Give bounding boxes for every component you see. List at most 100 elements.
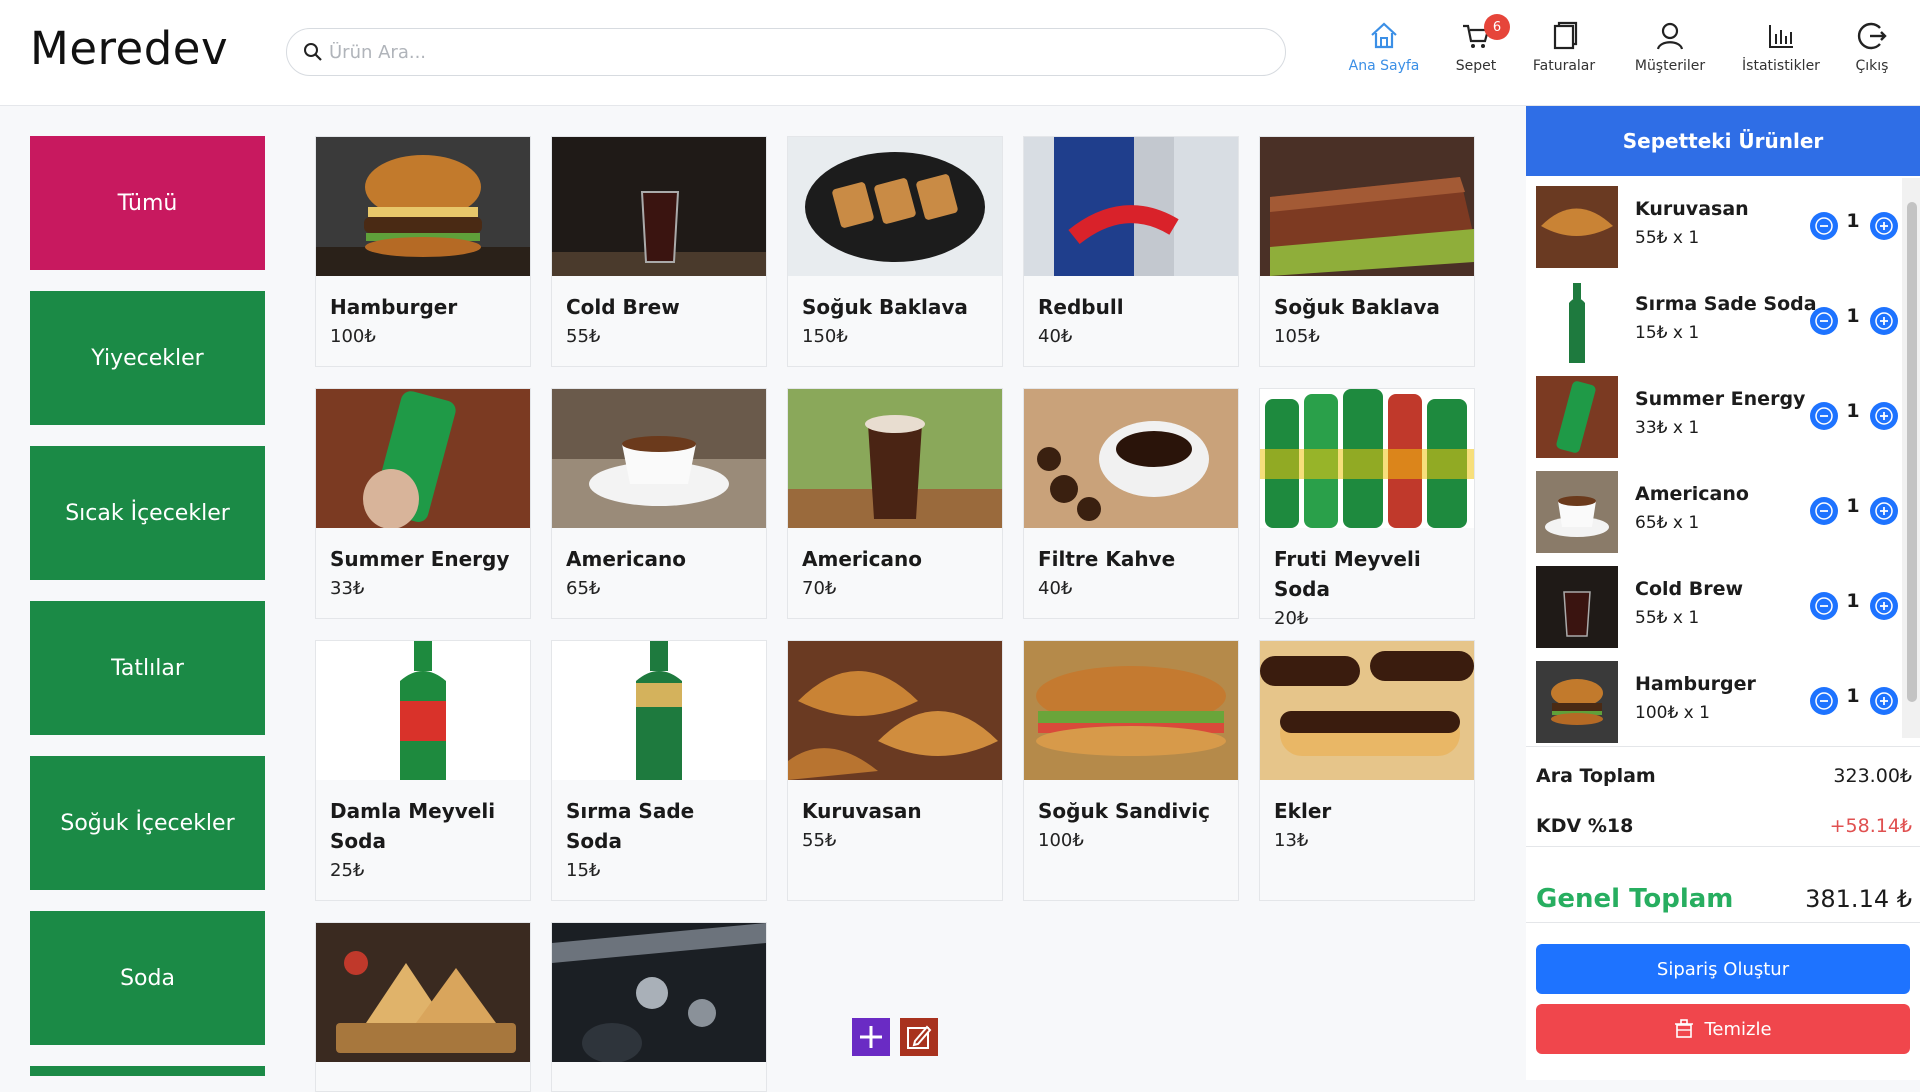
product-name: Cold Brew bbox=[566, 295, 680, 319]
product-price: 33₺ bbox=[330, 578, 365, 599]
product-card[interactable]: Damla Meyveli Soda 25₺ bbox=[315, 640, 531, 901]
product-name: Soğuk Sandiviç bbox=[1038, 799, 1211, 823]
damla-bottle-image bbox=[316, 641, 530, 780]
product-name: Hamburger bbox=[330, 295, 458, 319]
search-box[interactable] bbox=[286, 28, 1286, 76]
plus-circle-icon bbox=[1875, 692, 1893, 710]
product-card[interactable]: Soğuk Sandiviç 100₺ bbox=[1023, 640, 1239, 901]
edit-product-button[interactable] bbox=[900, 1018, 938, 1056]
product-name: Fruti Meyveli Soda bbox=[1274, 547, 1421, 601]
nav-invoices[interactable]: Faturalar bbox=[1514, 20, 1614, 74]
nav-customers[interactable]: Müşteriler bbox=[1620, 20, 1720, 74]
total-label: Genel Toplam bbox=[1536, 884, 1734, 914]
cart-item-detail: 33₺ x 1 bbox=[1635, 418, 1700, 438]
decrease-qty-button[interactable] bbox=[1810, 497, 1838, 525]
product-card[interactable]: Summer Energy 33₺ bbox=[315, 388, 531, 619]
product-price: 105₺ bbox=[1274, 326, 1320, 347]
product-card[interactable] bbox=[551, 922, 767, 1092]
product-card[interactable]: Soğuk Baklava 105₺ bbox=[1259, 136, 1475, 367]
minus-circle-icon bbox=[1815, 597, 1833, 615]
cold-brew-glass-thumb bbox=[1536, 566, 1618, 648]
cart-item-name: Kuruvasan bbox=[1635, 198, 1749, 220]
product-name: Soğuk Baklava bbox=[802, 295, 968, 319]
product-card[interactable]: Americano 65₺ bbox=[551, 388, 767, 619]
cart-item-qty: 1 bbox=[1846, 305, 1860, 327]
decrease-qty-button[interactable] bbox=[1810, 592, 1838, 620]
category-desserts[interactable]: Tatlılar bbox=[30, 601, 265, 735]
nav-invoices-label: Faturalar bbox=[1532, 58, 1596, 74]
cart-item-detail: 15₺ x 1 bbox=[1635, 323, 1700, 343]
divider bbox=[1526, 746, 1920, 747]
nav-logout[interactable]: Çıkış bbox=[1822, 20, 1920, 74]
product-card[interactable]: Fruti Meyveli Soda 20₺ bbox=[1259, 388, 1475, 629]
cart-item: Sırma Sade Soda 15₺ x 1 1 bbox=[1536, 281, 1898, 363]
cart-item-detail: 100₺ x 1 bbox=[1635, 703, 1710, 723]
category-all[interactable]: Tümü bbox=[30, 136, 265, 270]
create-order-button[interactable]: Sipariş Oluştur bbox=[1536, 944, 1910, 994]
clear-cart-button[interactable]: Temizle bbox=[1536, 1004, 1910, 1054]
iced-coffee-image bbox=[788, 389, 1002, 528]
increase-qty-button[interactable] bbox=[1870, 497, 1898, 525]
subtotal-label: Ara Toplam bbox=[1536, 765, 1656, 787]
cart-item-detail: 55₺ x 1 bbox=[1635, 608, 1700, 628]
total-row: Genel Toplam 381.14 ₺ bbox=[1536, 876, 1912, 922]
product-price: 15₺ bbox=[566, 860, 601, 881]
product-card[interactable]: Kuruvasan 55₺ bbox=[787, 640, 1003, 901]
nav-logout-label: Çıkış bbox=[1855, 58, 1889, 74]
nav-home[interactable]: Ana Sayfa bbox=[1334, 20, 1434, 74]
plus-circle-icon bbox=[1875, 502, 1893, 520]
party-crowd-image bbox=[552, 923, 766, 1062]
increase-qty-button[interactable] bbox=[1870, 687, 1898, 715]
croissants-thumb bbox=[1536, 186, 1618, 268]
product-card[interactable]: Americano 70₺ bbox=[787, 388, 1003, 619]
decrease-qty-button[interactable] bbox=[1810, 687, 1838, 715]
product-card[interactable] bbox=[315, 922, 531, 1092]
club-sandwich-image bbox=[316, 923, 530, 1062]
green-energy-can-thumb bbox=[1536, 376, 1618, 458]
top-bar: Meredev Ana Sayfa 6 Sepet Faturalar Müşt… bbox=[0, 0, 1920, 106]
product-card[interactable]: Soğuk Baklava 150₺ bbox=[787, 136, 1003, 367]
product-name: Americano bbox=[566, 547, 686, 571]
category-food[interactable]: Yiyecekler bbox=[30, 291, 265, 425]
trash-icon bbox=[1675, 1019, 1694, 1038]
category-more[interactable] bbox=[30, 1066, 265, 1076]
divider bbox=[1526, 922, 1920, 923]
increase-qty-button[interactable] bbox=[1870, 307, 1898, 335]
increase-qty-button[interactable] bbox=[1870, 402, 1898, 430]
product-card[interactable]: Cold Brew 55₺ bbox=[551, 136, 767, 367]
nav-stats[interactable]: İstatistikler bbox=[1731, 20, 1831, 74]
category-hot-drinks[interactable]: Sıcak İçecekler bbox=[30, 446, 265, 580]
category-cold-drinks[interactable]: Soğuk İçecekler bbox=[30, 756, 265, 890]
coffee-cup-image bbox=[552, 389, 766, 528]
decrease-qty-button[interactable] bbox=[1810, 402, 1838, 430]
decrease-qty-button[interactable] bbox=[1810, 212, 1838, 240]
edit-icon bbox=[907, 1025, 932, 1049]
subtotal-value: 323.00₺ bbox=[1833, 765, 1912, 787]
product-card[interactable]: Redbull 40₺ bbox=[1023, 136, 1239, 367]
cart-scrollbar[interactable] bbox=[1902, 178, 1920, 738]
product-name: Summer Energy bbox=[330, 547, 510, 571]
nav-cart[interactable]: 6 Sepet bbox=[1426, 14, 1526, 74]
nav-cart-label: Sepet bbox=[1455, 58, 1497, 74]
cart-item-qty: 1 bbox=[1846, 590, 1860, 612]
product-price: 100₺ bbox=[330, 326, 376, 347]
increase-qty-button[interactable] bbox=[1870, 592, 1898, 620]
product-card[interactable]: Filtre Kahve 40₺ bbox=[1023, 388, 1239, 619]
product-card[interactable]: Hamburger 100₺ bbox=[315, 136, 531, 367]
plus-circle-icon bbox=[1875, 217, 1893, 235]
decrease-qty-button[interactable] bbox=[1810, 307, 1838, 335]
category-soda[interactable]: Soda bbox=[30, 911, 265, 1045]
search-input[interactable] bbox=[329, 41, 1229, 63]
product-price: 70₺ bbox=[802, 578, 837, 599]
increase-qty-button[interactable] bbox=[1870, 212, 1898, 240]
add-product-button[interactable] bbox=[852, 1018, 890, 1056]
product-card[interactable]: Ekler 13₺ bbox=[1259, 640, 1475, 901]
croissants-image bbox=[788, 641, 1002, 780]
baklava-plate-image bbox=[788, 137, 1002, 276]
logout-icon bbox=[1857, 22, 1887, 50]
scrollbar-thumb[interactable] bbox=[1907, 202, 1917, 702]
product-name: Filtre Kahve bbox=[1038, 547, 1176, 571]
product-card[interactable]: Sırma Sade Soda 15₺ bbox=[551, 640, 767, 901]
cart-item-qty: 1 bbox=[1846, 210, 1860, 232]
burger-thumb bbox=[1536, 661, 1618, 743]
